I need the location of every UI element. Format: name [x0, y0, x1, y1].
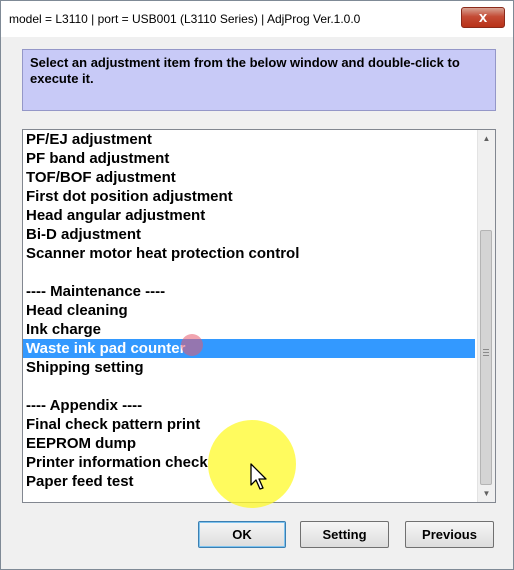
mouse-pointer-icon — [250, 463, 267, 490]
scroll-down-arrow-icon[interactable]: ▼ — [478, 485, 495, 502]
list-item[interactable]: Ink charge — [23, 320, 475, 339]
list-item[interactable]: Waste ink pad counter — [23, 339, 475, 358]
list-item[interactable]: Head cleaning — [23, 301, 475, 320]
close-icon: x — [478, 9, 488, 26]
instruction-panel: Select an adjustment item from the below… — [22, 49, 496, 111]
list-section-header[interactable]: ---- Appendix ---- — [23, 396, 475, 415]
setting-button[interactable]: Setting — [300, 521, 389, 548]
list-item[interactable]: Bi-D adjustment — [23, 225, 475, 244]
scrollbar-thumb[interactable] — [480, 230, 492, 485]
instruction-text: Select an adjustment item from the below… — [30, 55, 460, 86]
scroll-up-arrow-icon[interactable]: ▲ — [478, 130, 495, 147]
list-section-header[interactable]: ---- Maintenance ---- — [23, 282, 475, 301]
list-item[interactable]: TOF/BOF adjustment — [23, 168, 475, 187]
list-item[interactable]: First dot position adjustment — [23, 187, 475, 206]
vertical-scrollbar[interactable]: ▲ ▼ — [477, 130, 495, 502]
title-bar[interactable]: model = L3110 | port = USB001 (L3110 Ser… — [1, 1, 513, 37]
ok-button[interactable]: OK — [198, 521, 286, 548]
window-title: model = L3110 | port = USB001 (L3110 Ser… — [9, 12, 361, 26]
close-button[interactable]: x — [461, 7, 505, 28]
list-item[interactable]: PF band adjustment — [23, 149, 475, 168]
previous-button[interactable]: Previous — [405, 521, 494, 548]
list-item[interactable]: Shipping setting — [23, 358, 475, 377]
list-item[interactable]: PF/EJ adjustment — [23, 130, 475, 149]
click-indicator — [181, 334, 203, 356]
grip-icon — [483, 349, 489, 356]
list-item[interactable]: Head angular adjustment — [23, 206, 475, 225]
list-item[interactable]: Scanner motor heat protection control — [23, 244, 475, 263]
